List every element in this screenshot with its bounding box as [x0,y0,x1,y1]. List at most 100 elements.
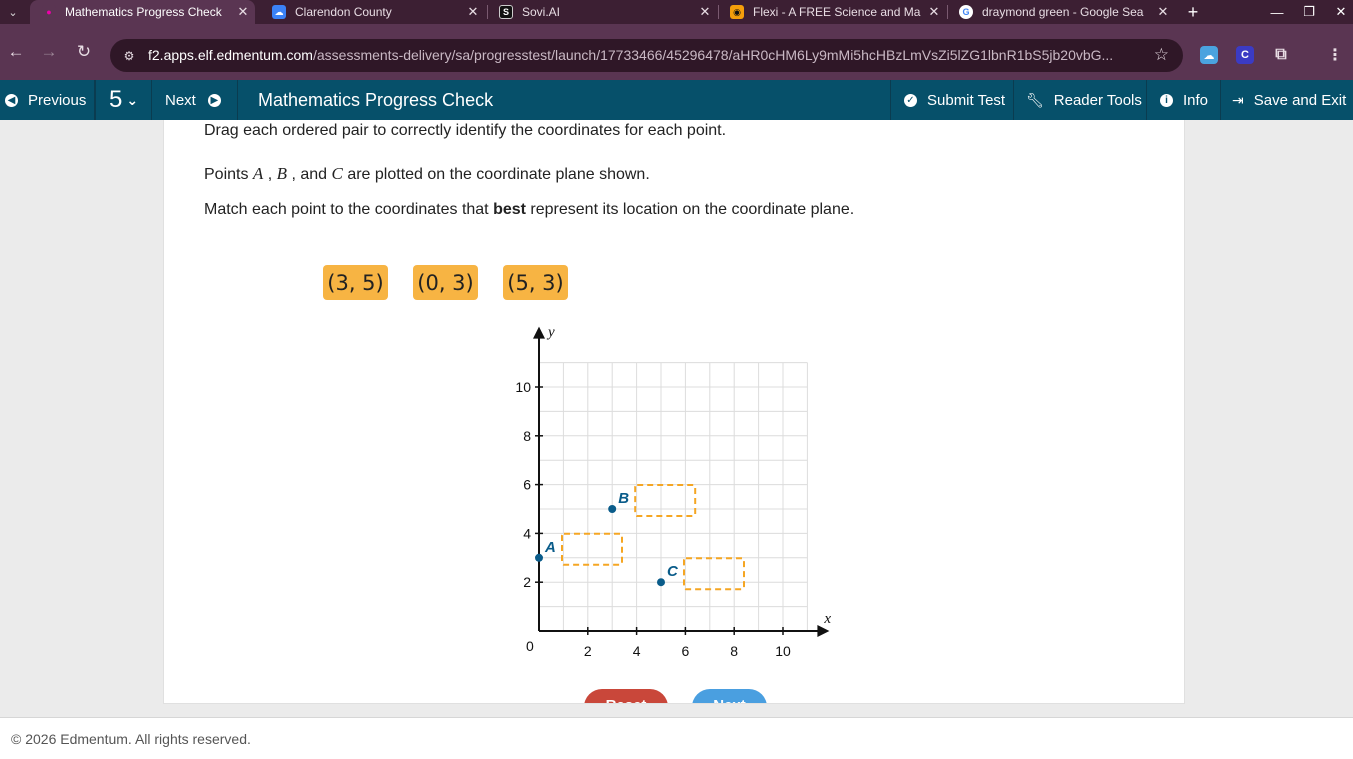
close-icon[interactable]: ✕ [693,4,717,20]
c-extension-icon[interactable]: C [1236,46,1254,64]
point-label-a: A [544,539,556,556]
site-settings-icon[interactable]: ⚙ [120,47,138,65]
submit-test-button[interactable]: ✓ Submit Test [890,80,1014,120]
url-path: /assessments-delivery/sa/progresstest/la… [312,47,1114,63]
x-tick-label: 4 [633,643,641,659]
prompt-text: represent its location on the coordinate… [525,201,855,218]
browser-tab-mathematics[interactable]: ● Mathematics Progress Check ✕ [30,0,255,24]
question-number: 5 [109,86,123,113]
drop-zone-b[interactable] [634,484,697,517]
copyright-text: © 2026 Edmentum. All rights reserved. [11,731,251,747]
next-label: Next [165,91,196,109]
prompt-text: Match each point to the coordinates that [204,201,494,218]
forward-icon[interactable]: → [33,24,65,80]
question-prompt: Points A , B , and C are plotted on the … [204,164,650,184]
x-tick-label: 8 [730,643,738,659]
question-card: Drag each ordered pair to correctly iden… [163,120,1185,704]
cloud-icon: ☁ [272,5,286,19]
close-icon[interactable]: ✕ [922,4,946,20]
footer: © 2026 Edmentum. All rights reserved. [0,717,1353,759]
tab-search-icon[interactable]: ⌄ [0,0,26,24]
info-button[interactable]: i Info [1147,80,1221,120]
assessment-nav-bar: ◀ Previous 5 ⌄ Next ▶ Mathematics Progre… [0,80,1353,120]
draggable-choice-0-3[interactable]: (0, 3) [413,265,478,300]
point-b [608,505,617,513]
browser-tab-strip: ⌄ ● Mathematics Progress Check ✕ ☁ Clare… [0,0,1353,24]
question-number-dropdown[interactable]: 5 ⌄ [95,80,152,120]
browser-tab-sovi[interactable]: S Sovi.AI ✕ [487,0,717,24]
back-icon[interactable]: ← [0,24,32,80]
y-axis-label: y [546,325,555,341]
tab-title: Mathematics Progress Check [65,5,222,19]
close-icon[interactable]: ✕ [231,4,255,20]
tab-title: Flexi - A FREE Science and Ma [753,5,921,19]
previous-label: Previous [28,91,87,109]
emphasis-text: best [493,201,526,218]
browser-menu-icon[interactable]: ⋮ [1326,46,1344,64]
browser-tab-clarendon[interactable]: ☁ Clarendon County ✕ [260,0,485,24]
next-button[interactable]: Next [692,689,767,703]
save-and-exit-button[interactable]: ⇥ Save and Exit [1221,80,1353,120]
restore-icon[interactable]: ❐ [1298,0,1320,24]
flexi-icon: ◉ [730,5,744,19]
prompt-text: are plotted on the coordinate plane show… [342,166,650,183]
window-close-icon[interactable]: ✕ [1330,0,1352,24]
reload-icon[interactable]: ↻ [68,24,100,80]
previous-button[interactable]: ◀ Previous [0,80,95,120]
prompt-text: , [263,166,277,183]
browser-toolbar: ← → ↻ ⚙ f2.apps.elf.edmentum.com/assessm… [0,24,1353,80]
tab-title: Clarendon County [295,5,392,19]
extensions-puzzle-icon[interactable]: ⧉ [1272,46,1290,64]
close-icon[interactable]: ✕ [461,4,485,20]
point-c [657,578,665,587]
wrench-icon: 🔧︎ [1026,91,1044,108]
drop-zone-c[interactable] [683,557,745,591]
browser-tab-google[interactable]: G draymond green - Google Sea ✕ [947,0,1175,24]
x-tick-label: 6 [682,643,690,659]
url-text[interactable]: f2.apps.elf.edmentum.com/assessments-del… [148,47,1133,63]
info-icon: i [1160,93,1173,107]
y-axis-arrow-icon [533,326,545,339]
tab-title: Sovi.AI [522,5,561,19]
minimize-icon[interactable]: — [1266,0,1288,24]
point-b-label: B [276,164,288,183]
address-bar[interactable]: ⚙ f2.apps.elf.edmentum.com/assessments-d… [110,39,1183,72]
arrow-left-circle-icon: ◀ [5,93,18,107]
draggable-choice-5-3[interactable]: (5, 3) [503,265,568,300]
browser-tab-flexi[interactable]: ◉ Flexi - A FREE Science and Ma ✕ [718,0,946,24]
prompt-text: , and [287,166,332,183]
arrow-right-circle-icon: ▶ [207,93,221,107]
y-tick-label: 8 [523,428,531,444]
question-instruction: Drag each ordered pair to correctly iden… [204,122,727,139]
sign-out-icon: ⇥ [1232,91,1244,108]
info-label: Info [1183,91,1209,109]
drop-zone-a[interactable] [561,532,623,566]
edmentum-icon: ● [42,5,56,19]
point-label-b: B [618,490,629,507]
coordinate-plane: y x 0 2 4 6 8 10 2 4 6 8 10 A B C [515,325,831,659]
point-c-label: C [331,164,343,183]
prompt-text: Points [204,166,253,183]
next-question-button[interactable]: Next ▶ [152,80,238,120]
point-label-c: C [667,563,679,580]
reader-tools-label: Reader Tools [1053,91,1142,109]
draggable-choice-3-5[interactable]: (3, 5) [323,265,388,300]
bookmark-star-icon[interactable]: ☆ [1154,45,1169,65]
point-a [535,553,543,562]
sovi-icon: S [499,5,513,19]
y-tick-label: 2 [523,574,531,590]
y-tick-label: 10 [515,379,531,395]
y-tick-label: 6 [523,477,531,493]
question-match-instruction: Match each point to the coordinates that… [204,201,854,219]
submit-label: Submit Test [927,91,1006,109]
tab-title: draymond green - Google Sea [982,5,1144,19]
x-tick-label: 2 [584,643,592,659]
close-icon[interactable]: ✕ [1151,4,1175,20]
cloud-extension-icon[interactable]: ☁ [1200,46,1218,64]
google-icon: G [959,5,973,19]
page-title: Mathematics Progress Check [258,90,494,110]
reader-tools-button[interactable]: 🔧︎ Reader Tools [1014,80,1147,120]
reset-button[interactable]: Reset [584,689,668,703]
new-tab-button[interactable]: + [1182,0,1204,24]
save-exit-label: Save and Exit [1253,91,1347,109]
